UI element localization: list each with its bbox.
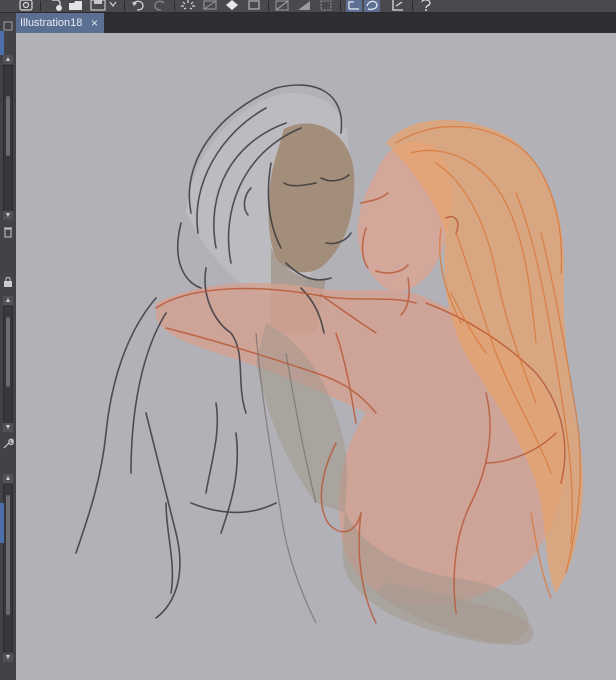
panel-indicator: [0, 31, 4, 55]
trash-icon[interactable]: [0, 225, 16, 239]
panel-indicator: [0, 503, 4, 543]
panel-scrollbar[interactable]: [3, 65, 13, 215]
lasso-redo-icon[interactable]: [364, 0, 380, 12]
scrollbar-thumb[interactable]: [6, 317, 10, 387]
scroll-up-icon[interactable]: ▲: [3, 55, 13, 64]
crop-icon[interactable]: [246, 0, 262, 12]
tab-title: Illustration18: [20, 17, 83, 29]
document-tab-strip: Illustration18 ×: [16, 13, 616, 33]
scroll-down-icon[interactable]: ▼: [3, 211, 13, 220]
tool-scrollbar[interactable]: [3, 484, 13, 654]
lasso-undo-icon[interactable]: [346, 0, 362, 12]
dropdown-icon[interactable]: [108, 0, 118, 12]
close-icon[interactable]: ×: [91, 16, 98, 30]
help-icon[interactable]: [418, 0, 434, 12]
left-dock: ▲ ▼ ▲ ▼ ▲ ▼: [0, 13, 17, 680]
undo-icon[interactable]: [130, 0, 146, 12]
wrench-icon[interactable]: [0, 437, 16, 451]
open-folder-icon[interactable]: [68, 0, 84, 12]
transform-icon[interactable]: [274, 0, 290, 12]
fill-icon[interactable]: [224, 0, 240, 12]
layer-scrollbar[interactable]: [3, 306, 13, 424]
scroll-up-icon[interactable]: ▲: [3, 296, 13, 305]
lock-icon[interactable]: [0, 275, 16, 289]
drawing-canvas[interactable]: [16, 33, 616, 680]
new-file-icon[interactable]: [48, 0, 64, 12]
save-icon[interactable]: [90, 0, 106, 12]
selection-icon[interactable]: [296, 0, 312, 12]
main-toolbar: [0, 0, 616, 13]
tab-illustration[interactable]: Illustration18 ×: [16, 13, 104, 33]
scrollbar-thumb[interactable]: [6, 495, 10, 615]
app-logo-icon[interactable]: [18, 0, 34, 12]
loading-icon: [180, 0, 196, 12]
scrollbar-thumb[interactable]: [6, 96, 10, 156]
artwork-sketch: [75, 84, 584, 645]
redo-icon[interactable]: [152, 0, 168, 12]
scroll-up-icon[interactable]: ▲: [3, 474, 13, 483]
lasso-select-icon[interactable]: [318, 0, 334, 12]
ruler-icon[interactable]: [390, 0, 406, 12]
scroll-down-icon[interactable]: ▼: [3, 653, 13, 662]
clear-icon[interactable]: [202, 0, 218, 12]
scroll-down-icon[interactable]: ▼: [3, 423, 13, 432]
